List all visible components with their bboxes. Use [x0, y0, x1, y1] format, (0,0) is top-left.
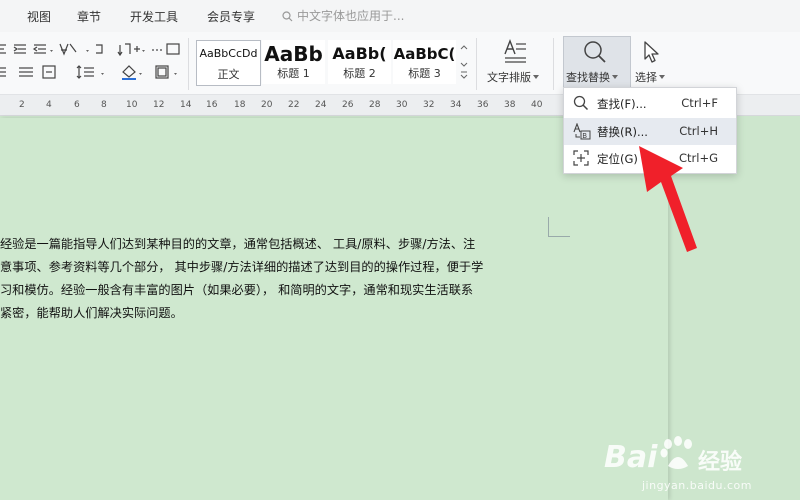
select-label: 选择: [635, 71, 657, 84]
ruler-tick: 10: [126, 100, 138, 110]
paragraph-line: 紧密，能帮助人们解决实际问题。: [0, 306, 183, 320]
menu-item-shortcut: Ctrl+F: [681, 96, 718, 110]
ruler-tick: 22: [288, 100, 300, 110]
style-name: 标题 3: [408, 67, 441, 80]
ruler-tick: 32: [423, 100, 435, 110]
svg-text:B: B: [582, 132, 587, 140]
paragraph-line: 经验是一篇能指导人们达到某种目的的文章，通常包括概述、 工具/原料、步骤/方法、…: [0, 237, 476, 251]
menu-bar: 视图 章节 开发工具 会员专享 中文字体也应用于...: [0, 0, 800, 32]
paragraph-line: 习和模仿。经验一般含有丰富的图片（如果必要）， 和简明的文字，通常和现实生活联系: [0, 283, 474, 297]
style-heading-2[interactable]: AaBb( 标题 2: [328, 40, 391, 84]
watermark-url: jingyan.baidu.com: [641, 479, 752, 492]
menu-view[interactable]: 视图: [27, 8, 51, 25]
chevron-down-icon: [659, 75, 665, 79]
find-replace-label-wrap: 查找替换: [566, 69, 618, 85]
ruler-tick: 40: [531, 100, 543, 110]
style-sample: AaBbCcDd: [199, 47, 258, 60]
paragraph-line: 意事项、参考资料等几个部分， 其中步骤/方法详细的描述了达到目的的操作过程，便于…: [0, 260, 484, 274]
search-placeholder: 中文字体也应用于...: [297, 9, 405, 23]
ruler-tick: 18: [234, 100, 246, 110]
ruler-tick: 8: [101, 100, 107, 110]
menu-developer-tools[interactable]: 开发工具: [130, 8, 178, 25]
menu-item-find[interactable]: 查找(F)... Ctrl+F: [564, 90, 736, 117]
ruler-tick: 2: [19, 100, 25, 110]
ruler-tick: 36: [477, 100, 489, 110]
search-icon: [282, 11, 293, 25]
ruler-tick: 14: [180, 100, 192, 110]
red-arrow-icon: [639, 146, 697, 252]
search-box[interactable]: 中文字体也应用于...: [282, 7, 404, 25]
watermark-brand-tail: 经验: [698, 450, 743, 475]
select-button[interactable]: 选择: [635, 69, 665, 85]
cursor-arrow-icon[interactable]: [641, 40, 663, 64]
watermark-brand: Bai: [604, 440, 658, 475]
style-name: 正文: [217, 68, 240, 81]
ruler-tick: 34: [450, 100, 462, 110]
menu-member[interactable]: 会员专享: [207, 8, 255, 25]
menu-section[interactable]: 章节: [77, 8, 101, 25]
magnifier-icon: [584, 41, 606, 63]
ruler-tick: 4: [46, 100, 52, 110]
ruler-tick: 28: [369, 100, 381, 110]
chevron-down-icon: [533, 75, 539, 79]
goto-icon: [573, 150, 589, 166]
text-layout-button[interactable]: 文字排版: [487, 69, 539, 85]
ruler-tick: 38: [504, 100, 516, 110]
ruler-tick: 6: [74, 100, 80, 110]
style-normal[interactable]: AaBbCcDd 正文: [196, 40, 261, 86]
style-name: 标题 1: [277, 67, 310, 80]
ruler-tick: 30: [396, 100, 408, 110]
style-sample: AaBbC(: [393, 45, 456, 63]
watermark-logo: Bai 经验: [604, 434, 754, 478]
ruler-tick: 12: [153, 100, 165, 110]
paragraph-tools-icon[interactable]: [0, 40, 185, 84]
document-body[interactable]: 经验是一篇能指导人们达到某种目的的文章，通常包括概述、 工具/原料、步骤/方法、…: [0, 233, 552, 325]
chevron-down-icon: [612, 75, 618, 79]
ruler-tick: 24: [315, 100, 327, 110]
menu-item-shortcut: Ctrl+H: [679, 124, 718, 138]
text-layout-label: 文字排版: [487, 71, 531, 84]
style-sample: AaBb: [264, 42, 323, 66]
ruler-tick: 26: [342, 100, 354, 110]
menu-item-label: 查找(F)...: [597, 97, 647, 111]
ribbon-separator: [553, 38, 554, 90]
ruler-tick: 16: [206, 100, 218, 110]
style-name: 标题 2: [343, 67, 376, 80]
text-layout-icon[interactable]: [502, 38, 528, 64]
style-heading-3[interactable]: AaBbC( 标题 3: [393, 40, 456, 84]
ruler-tick: 20: [261, 100, 273, 110]
style-sample: AaBb(: [332, 44, 387, 63]
menu-item-label: 替换(R)...: [597, 125, 648, 139]
ribbon-separator: [476, 38, 477, 90]
style-gallery-scroll-icon[interactable]: [458, 40, 470, 84]
style-heading-1[interactable]: AaBb 标题 1: [262, 40, 325, 84]
search-icon: [573, 95, 589, 111]
ribbon-separator: [188, 38, 189, 90]
replace-icon: B: [573, 123, 591, 140]
find-replace-label: 查找替换: [566, 71, 610, 84]
